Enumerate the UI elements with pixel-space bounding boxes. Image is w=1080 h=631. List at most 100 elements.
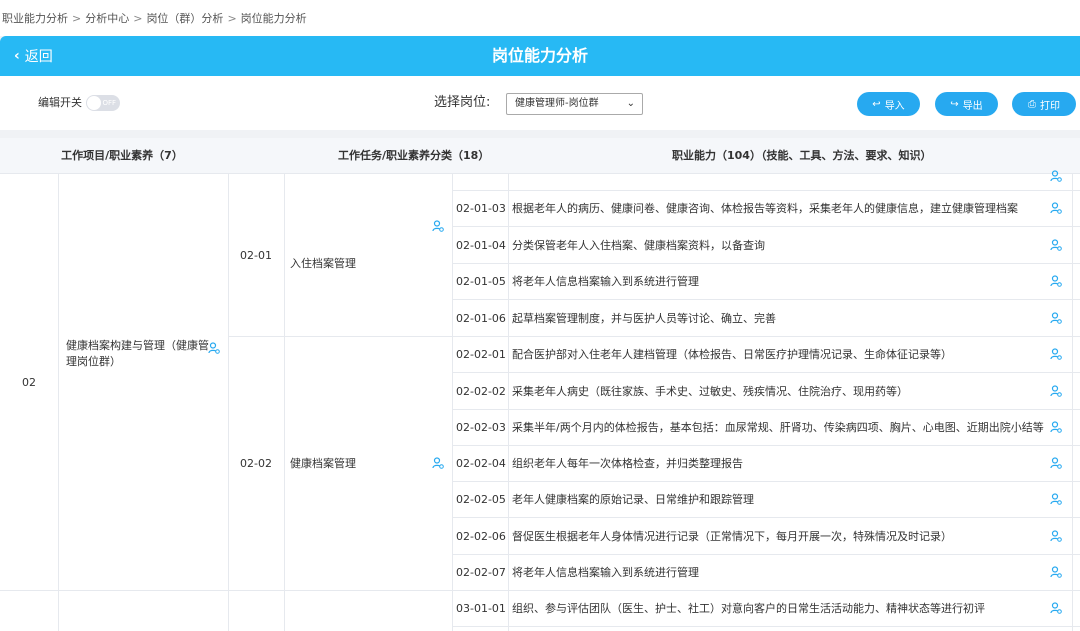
user-edit-icon[interactable] — [1050, 239, 1062, 251]
ability-table: 工作项目/职业素养（7） 工作任务/职业素养分类（18） 职业能力（104）（技… — [0, 138, 1080, 631]
ability-code: 02-02-06 — [456, 529, 506, 543]
chevron-down-icon: ⌄ — [626, 98, 635, 109]
breadcrumb-separator: > — [72, 11, 82, 25]
user-edit-icon[interactable] — [1050, 385, 1062, 397]
table-row: 02-01-03 根据老年人的病历、健康问卷、健康咨询、体检报告等资料，采集老年… — [452, 190, 1072, 226]
chevron-left-icon: ‹ — [14, 48, 20, 64]
task-code: 02-02 — [240, 456, 272, 470]
table-row: 02-02-02 采集老年人病史（既往家族、手术史、过敏史、残疾情况、住院治疗、… — [452, 373, 1072, 409]
ability-desc: 根据老年人的病历、健康问卷、健康咨询、体检报告等资料，采集老年人的健康信息，建立… — [512, 202, 1018, 215]
ability-code: 02-02-02 — [456, 384, 506, 398]
table-row: 02-02-01 配合医护部对入住老年人建档管理（体检报告、日常医疗护理情况记录… — [452, 336, 1072, 372]
page-title: 岗位能力分析 — [491, 46, 588, 65]
ability-desc: 采集半年/两个月内的体检报告，基本包括：血尿常规、肝肾功、传染病四项、胸片、心电… — [512, 421, 1044, 434]
task-name: 入住档案管理 — [290, 257, 356, 270]
ability-code: 02-01-05 — [456, 274, 506, 288]
header-project: 工作项目/职业素养（7） — [61, 149, 183, 162]
user-edit-icon[interactable] — [1050, 348, 1062, 360]
column-divider — [1072, 174, 1073, 631]
breadcrumb-separator: > — [227, 11, 237, 25]
ability-desc: 老年人健康档案的原始记录、日常维护和跟踪管理 — [512, 493, 754, 506]
print-label: 打印 — [1040, 100, 1060, 112]
ability-desc: 配合医护部对入住老年人建档管理（体检报告、日常医疗护理情况记录、生命体征记录等） — [512, 348, 952, 361]
ability-desc: 将老年人信息档案输入到系统进行管理 — [512, 275, 699, 288]
breadcrumb-item-2[interactable]: 分析中心 — [85, 10, 129, 26]
ability-code: 02-02-04 — [456, 456, 506, 470]
user-edit-icon[interactable] — [1050, 493, 1062, 505]
back-label: 返回 — [24, 49, 53, 65]
page-container: 岗位能力分析 ‹ 返回 编辑开关 OFF 选择岗位: 健康管理师-岗位群 ⌄ ↩… — [0, 36, 1080, 631]
project-name: 健康档案构建与管理（健康管理岗位群） — [66, 339, 209, 368]
ability-desc: 将老年人信息档案输入到系统进行管理 — [512, 566, 699, 579]
user-edit-icon[interactable] — [1050, 566, 1062, 578]
user-edit-icon[interactable] — [1050, 170, 1062, 182]
ability-desc: 分类保管老年人入住档案、健康档案资料，以备查询 — [512, 239, 765, 252]
title-bar: 岗位能力分析 ‹ 返回 — [0, 36, 1080, 76]
table-row: 02-02-04 组织老年人每年一次体格检查，并归类整理报告 — [452, 445, 1072, 481]
export-button[interactable]: ↪ 导出 — [935, 92, 998, 116]
user-edit-icon[interactable] — [1050, 602, 1062, 614]
table-row: 02-02-03 采集半年/两个月内的体检报告，基本包括：血尿常规、肝肾功、传染… — [452, 409, 1072, 445]
import-label: 导入 — [884, 100, 905, 112]
print-button[interactable]: ⎙ 打印 — [1012, 92, 1076, 116]
export-label: 导出 — [962, 100, 983, 112]
ability-desc: 督促医生根据老年人身体情况进行记录（正常情况下，每月开展一次，特殊情况及时记录） — [512, 530, 952, 543]
import-button[interactable]: ↩ 导入 — [857, 92, 920, 116]
table-row: 02-01-06 起草档案管理制度，并与医护人员等讨论、确立、完善 — [452, 300, 1072, 336]
project-code: 02 — [22, 375, 36, 389]
table-body: 02 健康档案构建与管理（健康管理岗位群） 02-01 入住档案管理 02-02… — [0, 170, 1080, 631]
ability-code: 02-02-07 — [456, 565, 506, 579]
ability-code: 02-01-06 — [456, 311, 506, 325]
table-row: 02-01-04 分类保管老年人入住档案、健康档案资料，以备查询 — [452, 227, 1072, 263]
ability-desc: 采集老年人病史（既往家族、手术史、过敏史、残疾情况、住院治疗、现用药等） — [512, 385, 908, 398]
task-name: 健康档案管理 — [290, 457, 356, 470]
user-edit-icon[interactable] — [1050, 312, 1062, 324]
ability-desc: 起草档案管理制度，并与医护人员等讨论、确立、完善 — [512, 312, 776, 325]
position-select[interactable]: 健康管理师-岗位群 ⌄ — [506, 93, 643, 115]
table-row: 02-02-07 将老年人信息档案输入到系统进行管理 — [452, 554, 1072, 590]
header-ability: 职业能力（104）（技能、工具、方法、要求、知识） — [672, 149, 932, 162]
user-edit-icon[interactable] — [432, 220, 444, 232]
breadcrumb-item-3[interactable]: 岗位（群）分析 — [146, 10, 223, 26]
user-edit-icon[interactable] — [1050, 202, 1062, 214]
column-divider — [284, 174, 285, 631]
user-edit-icon[interactable] — [1050, 457, 1062, 469]
table-row: 02-01-05 将老年人信息档案输入到系统进行管理 — [452, 263, 1072, 299]
ability-code: 03-01-01 — [456, 601, 506, 615]
task-code: 02-01 — [240, 248, 272, 262]
edit-switch-label: 编辑开关 — [38, 96, 82, 109]
header-task: 工作任务/职业素养分类（18） — [338, 149, 490, 162]
ability-desc: 组织、参与评估团队（医生、护士、社工）对意向客户的日常生活活动能力、精神状态等进… — [512, 602, 985, 615]
export-icon: ↪ — [950, 98, 959, 110]
breadcrumb-item-4: 岗位能力分析 — [240, 12, 307, 25]
select-position-label: 选择岗位: — [434, 95, 491, 110]
breadcrumb-separator: > — [133, 11, 143, 25]
user-edit-icon[interactable] — [1050, 530, 1062, 542]
ability-code: 02-01-04 — [456, 238, 506, 252]
table-row: 03-01-01 组织、参与评估团队（医生、护士、社工）对意向客户的日常生活活动… — [452, 590, 1072, 626]
import-icon: ↩ — [872, 98, 881, 110]
toggle-off-text: OFF — [102, 99, 116, 107]
ability-code: 02-02-03 — [456, 420, 506, 434]
toggle-knob — [87, 96, 101, 110]
row-divider — [452, 626, 1080, 627]
user-edit-icon[interactable] — [208, 342, 220, 354]
ability-code: 02-01-03 — [456, 201, 506, 215]
column-divider — [58, 174, 59, 631]
breadcrumb: 职业能力分析 > 分析中心 > 岗位（群）分析 > 岗位能力分析 — [0, 0, 1080, 36]
row-divider — [0, 590, 452, 591]
ability-code: 02-02-01 — [456, 347, 506, 361]
ability-code: 02-02-05 — [456, 492, 506, 506]
ability-desc: 组织老年人每年一次体格检查，并归类整理报告 — [512, 457, 743, 470]
breadcrumb-item-1[interactable]: 职业能力分析 — [2, 10, 68, 26]
user-edit-icon[interactable] — [432, 457, 444, 469]
edit-switch-toggle[interactable]: OFF — [86, 95, 120, 111]
print-icon: ⎙ — [1028, 98, 1036, 110]
table-row: 02-02-05 老年人健康档案的原始记录、日常维护和跟踪管理 — [452, 481, 1072, 517]
table-header: 工作项目/职业素养（7） 工作任务/职业素养分类（18） 职业能力（104）（技… — [0, 138, 1080, 174]
user-edit-icon[interactable] — [1050, 421, 1062, 433]
table-row: 02-02-06 督促医生根据老年人身体情况进行记录（正常情况下，每月开展一次，… — [452, 518, 1072, 554]
user-edit-icon[interactable] — [1050, 275, 1062, 287]
position-select-value: 健康管理师-岗位群 — [515, 98, 599, 109]
back-button[interactable]: ‹ 返回 — [14, 36, 53, 76]
